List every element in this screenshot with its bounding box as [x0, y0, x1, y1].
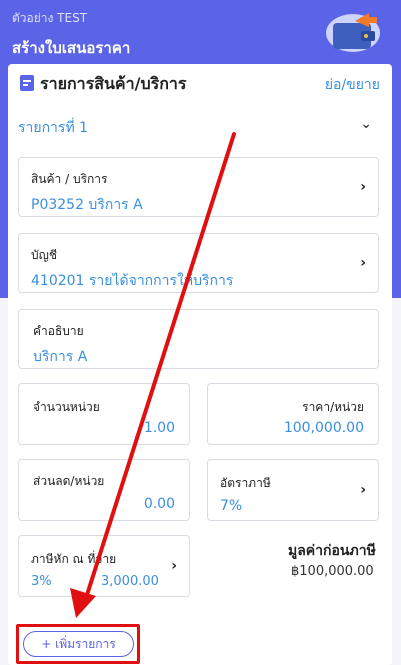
product-value: P03252 บริการ A [31, 197, 143, 213]
chevron-right-icon: › [360, 255, 366, 271]
description-label: คำอธิบาย [33, 324, 84, 338]
add-item-button[interactable]: + เพิ่มรายการ [23, 631, 134, 657]
tax-rate-field[interactable]: อัตราภาษี 7% › [207, 459, 379, 521]
account-value: 410201 รายได้จากการให้บริการ [31, 273, 234, 289]
description-value: บริการ A [33, 349, 88, 365]
discount-field[interactable]: ส่วนลด/หน่วย 0.00 [18, 459, 190, 521]
product-field[interactable]: สินค้า / บริการ P03252 บริการ A › [18, 157, 379, 217]
quantity-value: 1.00 [143, 420, 175, 436]
quantity-field[interactable]: จำนวนหน่วย 1.00 [18, 383, 190, 445]
item-title[interactable]: รายการที่ 1 [18, 117, 88, 139]
withholding-tax-label: ภาษีหัก ณ ที่จ่าย [31, 552, 117, 566]
account-field[interactable]: บัญชี 410201 รายได้จากการให้บริการ › [18, 233, 379, 293]
price-label: ราคา/หน่วย [302, 400, 364, 414]
section-title: รายการสินค้า/บริการ [40, 74, 187, 93]
description-field[interactable]: คำอธิบาย บริการ A [18, 309, 379, 369]
chevron-down-icon[interactable]: ⌄ [360, 116, 372, 132]
withholding-amount: 3,000.00 [101, 574, 159, 589]
subtotal-label: มูลค่าก่อนภาษี [288, 543, 376, 559]
account-label: บัญชี [31, 248, 57, 262]
withholding-tax-field[interactable]: ภาษีหัก ณ ที่จ่าย 3% 3,000.00 › [18, 535, 190, 597]
items-card: รายการสินค้า/บริการ ย่อ/ขยาย รายการที่ 1… [8, 64, 392, 665]
wallet-icon [326, 13, 380, 52]
quantity-label: จำนวนหน่วย [33, 400, 100, 414]
collapse-toggle-link[interactable]: ย่อ/ขยาย [325, 74, 380, 96]
product-label: สินค้า / บริการ [31, 172, 108, 186]
withholding-rate: 3% [31, 574, 52, 589]
chevron-right-icon: › [360, 482, 366, 498]
tax-rate-value: 7% [220, 498, 243, 514]
discount-value: 0.00 [143, 496, 175, 512]
chevron-right-icon: › [360, 179, 366, 195]
price-value: 100,000.00 [283, 420, 364, 436]
page-title: สร้างใบเสนอราคา [12, 39, 131, 57]
chevron-right-icon: › [171, 558, 177, 574]
add-button-highlight: + เพิ่มรายการ [16, 624, 140, 664]
header-subtitle: ตัวอย่าง TEST [12, 11, 88, 25]
tax-rate-label: อัตราภาษี [220, 476, 271, 490]
price-field[interactable]: ราคา/หน่วย 100,000.00 [207, 383, 379, 445]
document-icon [20, 75, 34, 91]
discount-label: ส่วนลด/หน่วย [33, 474, 105, 488]
subtotal-value: ฿100,000.00 [291, 564, 374, 579]
